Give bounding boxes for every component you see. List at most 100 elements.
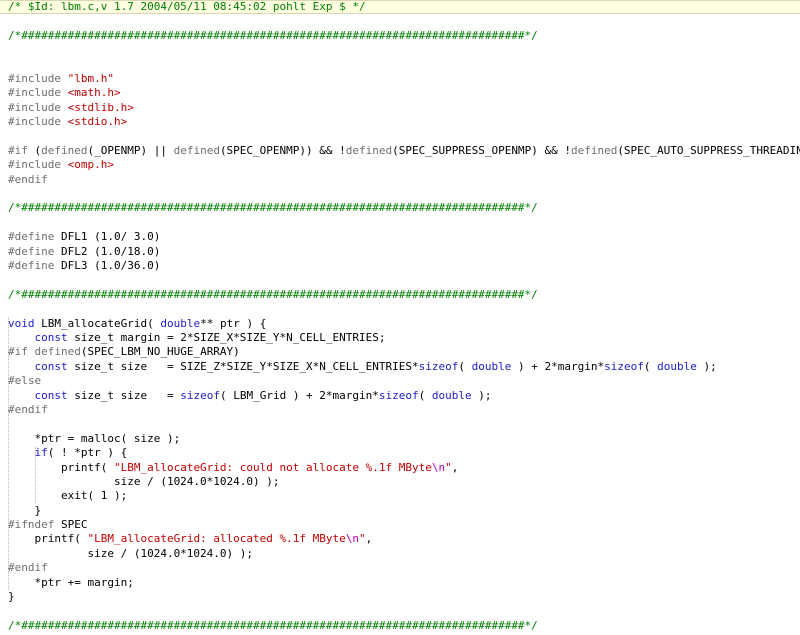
code-token: double xyxy=(657,359,697,373)
code-line: #include <math.h> xyxy=(8,86,800,100)
code-line: /*######################################… xyxy=(8,201,800,215)
code-token: double xyxy=(160,316,201,330)
code-token: const xyxy=(34,359,68,373)
code-token: SPEC xyxy=(60,518,88,532)
code-editor[interactable]: /* $Id: lbm.c,v 1.7 2004/05/11 08:45:02 … xyxy=(0,0,800,635)
code-line: #if (defined(_OPENMP) || defined(SPEC_OP… xyxy=(8,144,800,158)
code-token: (SPEC_SUPPRESS_OPENMP) && ! xyxy=(392,143,571,157)
code-line: #endif xyxy=(8,561,800,575)
code-text[interactable]: /* $Id: lbm.c,v 1.7 2004/05/11 08:45:02 … xyxy=(8,0,800,633)
code-token: } xyxy=(8,503,42,517)
code-line: #define DFL1 (1.0/ 3.0) xyxy=(8,230,800,244)
code-line: #include "lbm.h" xyxy=(8,72,800,86)
code-token: #define xyxy=(8,244,61,258)
code-token: defined xyxy=(570,143,618,157)
code-token: *ptr += margin; xyxy=(8,575,134,589)
code-token: defined xyxy=(345,143,393,157)
code-token: LBM_allocateGrid( xyxy=(34,316,161,330)
code-token: , xyxy=(365,532,373,546)
code-line: printf( "LBM_allocateGrid: allocated %.1… xyxy=(8,532,800,546)
code-token: *ptr = malloc( size ); xyxy=(8,431,181,445)
code-token: } xyxy=(8,590,15,604)
code-token: #include xyxy=(8,86,68,100)
code-line: /*######################################… xyxy=(8,288,800,302)
code-token: #else xyxy=(8,374,42,388)
code-token: "LBM_allocateGrid: allocated %.1f MByte xyxy=(87,532,346,546)
code-token: size / (1024.0*1024.0) ); xyxy=(8,474,280,488)
code-token: (_OPENMP) || xyxy=(87,143,174,157)
code-token: <stdio.h> xyxy=(67,115,128,129)
code-token: #endif xyxy=(8,402,48,416)
code-line: void LBM_allocateGrid( double** ptr ) { xyxy=(8,317,800,331)
code-token: double xyxy=(431,388,472,402)
code-line: #ifndef SPEC xyxy=(8,518,800,532)
code-token: " xyxy=(445,460,452,474)
code-token: printf( xyxy=(8,532,88,546)
code-token: /*######################################… xyxy=(8,28,538,42)
code-token: #endif xyxy=(8,172,48,186)
code-token: , xyxy=(451,460,459,474)
code-token: #include xyxy=(8,115,68,129)
code-token: sizeof xyxy=(604,359,644,373)
code-token: "LBM_allocateGrid: could not allocate %.… xyxy=(113,460,432,474)
code-line: #else xyxy=(8,374,800,388)
code-line: if( ! *ptr ) { xyxy=(8,446,800,460)
code-token: ); xyxy=(696,359,717,373)
code-token: sizeof xyxy=(418,359,459,373)
code-token: #define xyxy=(8,230,61,244)
code-token: size_t margin = 2*SIZE_X*SIZE_Y*N_CELL_E… xyxy=(67,330,386,344)
code-line: #endif xyxy=(8,403,800,417)
code-token: printf( xyxy=(8,460,114,474)
code-line: exit( 1 ); xyxy=(8,489,800,503)
code-token: #include xyxy=(8,100,68,114)
code-token: /*######################################… xyxy=(8,201,538,215)
code-token: DFL3 (1.0/36.0) xyxy=(60,259,161,273)
code-token: defined xyxy=(34,345,81,359)
code-token: sizeof xyxy=(378,388,419,402)
code-token: ( ! *ptr ) { xyxy=(47,446,128,460)
code-token: /* $Id: lbm.c,v 1.7 2004/05/11 08:45:02 … xyxy=(8,0,366,13)
code-line: size / (1024.0*1024.0) ); xyxy=(8,547,800,561)
code-token: ** ptr ) { xyxy=(200,316,267,330)
code-token: #endif xyxy=(8,561,48,575)
code-token: ) + 2*margin* xyxy=(511,359,605,373)
code-token: DFL1 (1.0/ 3.0) xyxy=(60,230,161,244)
code-token: <omp.h> xyxy=(67,158,114,172)
code-line: #include <stdlib.h> xyxy=(8,101,800,115)
code-token: size_t size = xyxy=(67,388,181,402)
code-token: #if xyxy=(8,345,35,359)
code-token: DFL2 (1.0/18.0) xyxy=(60,244,161,258)
code-token: const xyxy=(34,388,68,402)
code-line: #include <omp.h> xyxy=(8,158,800,172)
code-line: size / (1024.0*1024.0) ); xyxy=(8,475,800,489)
code-token: <stdlib.h> xyxy=(67,100,134,114)
code-token: #define xyxy=(8,259,61,273)
code-line: #if defined(SPEC_LBM_NO_HUGE_ARRAY) xyxy=(8,345,800,359)
code-line: const size_t margin = 2*SIZE_X*SIZE_Y*N_… xyxy=(8,331,800,345)
code-line: #define DFL3 (1.0/36.0) xyxy=(8,259,800,273)
code-line: /*######################################… xyxy=(8,29,800,43)
code-line: /* $Id: lbm.c,v 1.7 2004/05/11 08:45:02 … xyxy=(8,0,800,14)
code-line: /*######################################… xyxy=(8,619,800,633)
code-token: defined xyxy=(173,143,220,157)
code-token: (SPEC_LBM_NO_HUGE_ARRAY) xyxy=(80,345,240,359)
code-token: (SPEC_AUTO_SUPPRESS_THREADING) xyxy=(617,143,800,157)
code-token: <math.h> xyxy=(67,86,121,100)
code-token: const xyxy=(34,330,68,344)
code-token: #include xyxy=(8,71,68,85)
code-token: double xyxy=(471,359,512,373)
code-token: size / (1024.0*1024.0) ); xyxy=(8,546,254,560)
code-token: ( xyxy=(458,359,472,373)
code-token: ( xyxy=(643,359,658,373)
code-line: const size_t size = sizeof( LBM_Grid ) +… xyxy=(8,389,800,403)
code-token: ( LBM_Grid ) + 2*margin* xyxy=(219,388,379,402)
code-token: #ifndef xyxy=(8,518,61,532)
